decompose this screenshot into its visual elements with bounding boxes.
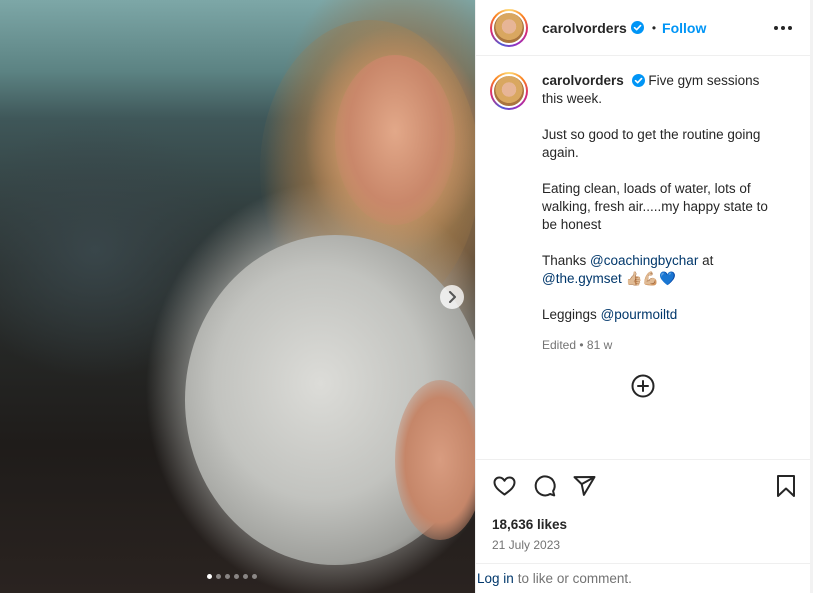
photo-arm [395, 380, 475, 540]
header-separator: • [651, 20, 657, 35]
share-button[interactable] [572, 474, 597, 498]
post-age[interactable]: 81 w [587, 338, 612, 352]
comment-button[interactable] [532, 474, 557, 498]
login-prompt-text: to like or comment. [517, 571, 632, 586]
post-photo[interactable] [0, 0, 475, 593]
login-link[interactable]: Log in [477, 571, 514, 586]
add-comment-icon [631, 374, 655, 398]
carousel-next-button[interactable] [440, 285, 464, 309]
verified-badge-icon [631, 74, 645, 87]
caption-area: carolvorders Five gym sessions this week… [476, 56, 810, 460]
caption-meta: Edited • 81 w [542, 336, 782, 354]
photo-face [335, 55, 455, 225]
post-header: carolvorders • Follow [476, 0, 810, 56]
comment-icon [534, 475, 556, 497]
post-date[interactable]: 21 July 2023 [492, 538, 560, 552]
carousel-dot [252, 574, 257, 579]
like-button[interactable] [492, 474, 517, 498]
leggings-prefix: Leggings [542, 307, 597, 322]
carousel-indicator [207, 574, 257, 579]
header-username[interactable]: carolvorders [542, 20, 627, 36]
meta-dot: • [579, 338, 584, 352]
chevron-right-icon [449, 291, 456, 303]
heart-icon [493, 476, 516, 496]
edited-label: Edited [542, 338, 577, 352]
carousel-dot [243, 574, 248, 579]
load-more-comments-button[interactable] [631, 374, 655, 398]
mention-the-gymset[interactable]: @the.gymset [542, 271, 622, 286]
caption-para3: Eating clean, loads of water, lots of wa… [542, 181, 768, 232]
emojis: 👍🏼💪🏼💙 [625, 271, 676, 286]
like-count[interactable]: 18,636 likes [492, 517, 567, 532]
at-word: at [702, 253, 714, 268]
post-sidebar: carolvorders • Follow carolvorders Five … [475, 0, 811, 593]
carousel-dot [207, 574, 212, 579]
more-options-button[interactable] [774, 25, 792, 30]
avatar[interactable] [490, 72, 528, 110]
caption-para2: Just so good to get the routine going ag… [542, 127, 761, 160]
mention-coachingbychar[interactable]: @coachingbychar [590, 253, 698, 268]
save-button[interactable] [775, 474, 797, 498]
follow-button[interactable]: Follow [662, 20, 706, 36]
action-bar [492, 474, 797, 498]
login-prompt: Log in to like or comment. [476, 563, 811, 593]
carousel-dot [225, 574, 230, 579]
caption-text: carolvorders Five gym sessions this week… [542, 72, 782, 459]
thanks-prefix: Thanks [542, 253, 587, 268]
verified-badge-icon [630, 21, 644, 34]
carousel-dot [234, 574, 239, 579]
bookmark-icon [777, 475, 795, 497]
share-icon [573, 476, 596, 496]
carousel-dot [216, 574, 221, 579]
avatar[interactable] [490, 8, 528, 47]
caption-username[interactable]: carolvorders [542, 73, 624, 88]
more-icon [774, 25, 778, 30]
mention-pourmoiltd[interactable]: @pourmoiltd [601, 307, 678, 322]
